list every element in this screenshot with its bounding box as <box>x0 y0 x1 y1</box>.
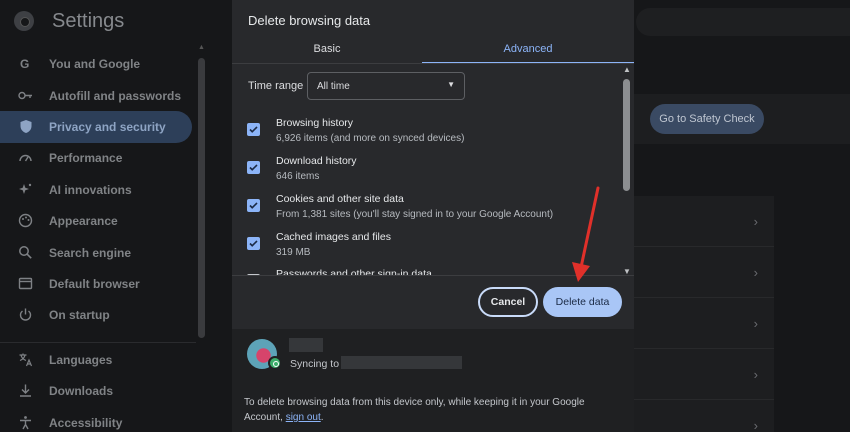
cancel-button[interactable]: Cancel <box>478 287 538 317</box>
option-browsing-history[interactable]: Browsing history 6,926 items (and more o… <box>232 111 612 147</box>
sign-out-link[interactable]: sign out <box>286 412 321 423</box>
option-title: Browsing history <box>276 117 354 129</box>
chevron-right-icon: › <box>753 316 758 331</box>
option-download-history[interactable]: Download history 646 items <box>232 149 612 185</box>
chrome-logo-icon <box>14 11 34 31</box>
sidebar-item-appearance[interactable]: Appearance <box>0 205 192 237</box>
palette-icon <box>18 213 33 228</box>
sidebar-item-downloads[interactable]: Downloads <box>0 375 192 407</box>
sidebar-item-label: Appearance <box>49 214 118 228</box>
option-description: 6,926 items (and more on synced devices) <box>276 133 465 144</box>
download-icon <box>18 383 33 398</box>
chevron-right-icon: › <box>753 367 758 382</box>
sidebar-item-label: Default browser <box>49 277 140 291</box>
dialog-title: Delete browsing data <box>248 13 371 28</box>
chevron-right-icon: › <box>753 418 758 432</box>
list-item[interactable]: › <box>634 298 774 349</box>
sidebar-item-you-and-google[interactable]: G You and Google <box>0 48 192 80</box>
delete-data-button[interactable]: Delete data <box>543 287 622 317</box>
dropdown-caret-icon: ▼ <box>447 80 455 89</box>
sidebar-item-performance[interactable]: Performance <box>0 142 192 174</box>
tab-advanced[interactable]: Advanced <box>422 40 634 64</box>
chevron-right-icon: › <box>753 214 758 229</box>
syncing-label: Syncing to <box>290 358 340 370</box>
time-range-label: Time range <box>248 80 304 92</box>
sidebar-item-label: AI innovations <box>49 183 132 197</box>
chevron-right-icon: › <box>753 265 758 280</box>
settings-search-bar[interactable] <box>636 8 850 36</box>
redacted-account-name <box>289 338 323 352</box>
dialog-tabs: Basic Advanced <box>232 40 634 64</box>
redacted-account-email <box>341 356 462 369</box>
checkbox-cached-images[interactable] <box>247 237 260 250</box>
sidebar-item-accessibility[interactable]: Accessibility <box>0 407 192 432</box>
sidebar-item-label: Accessibility <box>49 416 123 430</box>
checkmark-icon <box>249 126 258 133</box>
safety-check-button[interactable]: Go to Safety Check <box>650 104 764 134</box>
tab-basic[interactable]: Basic <box>232 40 422 64</box>
option-description: 319 MB <box>276 247 311 258</box>
checkmark-icon <box>249 164 258 171</box>
sidebar-scroll-thumb[interactable] <box>198 58 205 338</box>
checkmark-icon <box>249 202 258 209</box>
key-icon <box>18 88 33 103</box>
sidebar-item-label: Performance <box>49 151 123 165</box>
annotation-arrow-icon <box>572 186 600 282</box>
option-passwords[interactable]: Passwords and other sign-in data <box>232 262 612 276</box>
sidebar-item-autofill[interactable]: Autofill and passwords <box>0 80 192 112</box>
search-icon <box>18 245 33 260</box>
dialog-scroll-thumb[interactable] <box>623 79 630 191</box>
sidebar-item-label: Search engine <box>49 246 132 260</box>
sync-footer: Syncing to To delete browsing data from … <box>232 329 634 432</box>
scroll-up-icon[interactable]: ▲ <box>623 66 631 74</box>
shield-icon <box>18 119 33 134</box>
power-icon <box>18 307 33 322</box>
list-item[interactable]: › <box>634 349 774 400</box>
option-cached-images[interactable]: Cached images and files 319 MB <box>232 225 612 261</box>
footer-note-end: . <box>320 412 324 423</box>
sidebar-item-label: Languages <box>49 353 113 367</box>
speedometer-icon <box>18 150 33 165</box>
page-title: Settings <box>52 10 125 32</box>
time-range-select[interactable]: All time ▼ <box>307 72 465 100</box>
checkbox-download-history[interactable] <box>247 161 260 174</box>
sidebar-item-label: Autofill and passwords <box>49 89 182 103</box>
google-icon: G <box>18 56 33 71</box>
sidebar-item-search-engine[interactable]: Search engine <box>0 237 192 269</box>
sidebar-divider <box>0 342 196 343</box>
sidebar-item-label: On startup <box>49 308 110 322</box>
option-title: Cached images and files <box>276 231 391 243</box>
sidebar-item-ai-innovations[interactable]: AI innovations <box>0 174 192 206</box>
sidebar-item-on-startup[interactable]: On startup <box>0 299 192 331</box>
option-description: From 1,381 sites (you'll stay signed in … <box>276 209 554 220</box>
checkmark-icon <box>249 240 258 247</box>
sync-icon <box>268 356 282 370</box>
list-item[interactable]: › <box>634 400 774 432</box>
sidebar-item-label: Downloads <box>49 384 114 398</box>
accessibility-icon <box>18 415 33 430</box>
sidebar-item-label: Privacy and security <box>49 120 166 134</box>
sparkle-icon <box>18 182 33 197</box>
browser-icon <box>18 276 33 291</box>
option-title: Download history <box>276 155 357 167</box>
sidebar-item-privacy-security[interactable]: Privacy and security <box>0 111 192 143</box>
checkbox-browsing-history[interactable] <box>247 123 260 136</box>
option-title: Cookies and other site data <box>276 193 404 205</box>
sidebar-item-default-browser[interactable]: Default browser <box>0 268 192 300</box>
option-description: 646 items <box>276 171 320 182</box>
svg-text:G: G <box>20 57 29 70</box>
sidebar-scrollbar[interactable]: ▲ <box>198 44 205 432</box>
sidebar-item-languages[interactable]: Languages <box>0 344 192 376</box>
list-item[interactable]: › <box>634 196 774 247</box>
dialog-scrollbar[interactable]: ▲ ▼ <box>622 64 632 276</box>
time-range-value: All time <box>317 81 350 92</box>
option-cookies[interactable]: Cookies and other site data From 1,381 s… <box>232 187 612 223</box>
sidebar: G You and Google Autofill and passwords … <box>0 48 200 432</box>
sidebar-item-label: You and Google <box>49 57 141 71</box>
scroll-up-icon[interactable]: ▲ <box>198 44 205 51</box>
checkbox-cookies[interactable] <box>247 199 260 212</box>
list-item[interactable]: › <box>634 247 774 298</box>
footer-note: To delete browsing data from this device… <box>244 395 614 425</box>
translate-icon <box>18 352 33 367</box>
